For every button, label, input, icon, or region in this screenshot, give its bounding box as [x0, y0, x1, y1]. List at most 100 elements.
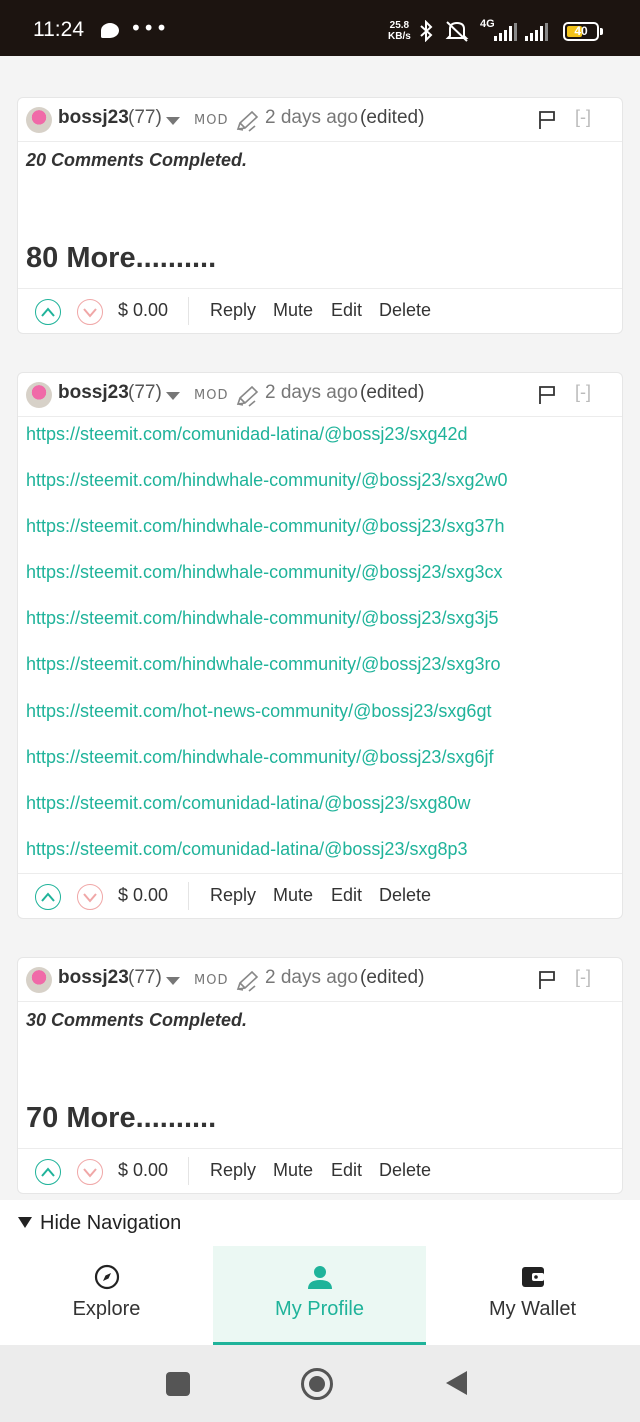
- more-notifications-icon: •••: [130, 16, 169, 40]
- chevron-down-icon[interactable]: [166, 977, 180, 985]
- avatar[interactable]: [26, 967, 52, 993]
- post-link[interactable]: https://steemit.com/comunidad-latina/@bo…: [26, 793, 470, 814]
- edit-button[interactable]: Edit: [331, 885, 362, 906]
- delete-button[interactable]: Delete: [379, 1160, 431, 1181]
- tab-explore[interactable]: Explore: [0, 1246, 213, 1345]
- comment-footer: $ 0.00 Reply Mute Edit Delete: [18, 288, 622, 333]
- tab-label: My Wallet: [488, 1298, 577, 1320]
- timestamp-link[interactable]: 2 days ago: [265, 107, 358, 129]
- mute-button[interactable]: Mute: [273, 1160, 313, 1181]
- tab-my-wallet[interactable]: My Wallet: [426, 1246, 639, 1345]
- payout-value[interactable]: $ 0.00: [118, 885, 168, 906]
- flag-icon[interactable]: [538, 385, 556, 405]
- role-badge: MOD: [194, 113, 229, 128]
- delete-button[interactable]: Delete: [379, 885, 431, 906]
- body-heading: 70 More..........: [26, 1102, 217, 1134]
- edited-label: (edited): [360, 382, 425, 403]
- comment-card: bossj23 (77) MOD 2 days ago (edited) [-]…: [17, 97, 623, 334]
- tab-my-profile[interactable]: My Profile: [213, 1246, 426, 1345]
- chevron-up-icon: [41, 307, 55, 317]
- recent-apps-button[interactable]: [165, 1367, 191, 1399]
- post-link[interactable]: https://steemit.com/hindwhale-community/…: [26, 516, 505, 537]
- payout-value[interactable]: $ 0.00: [118, 300, 168, 321]
- author-reputation: (77): [128, 107, 162, 128]
- mute-bell-icon: [445, 21, 469, 42]
- mute-button[interactable]: Mute: [273, 300, 313, 321]
- downvote-button[interactable]: [77, 1159, 103, 1185]
- upvote-button[interactable]: [35, 1159, 61, 1185]
- author-name[interactable]: bossj23: [58, 382, 129, 404]
- post-link[interactable]: https://steemit.com/hindwhale-community/…: [26, 654, 500, 675]
- comment-footer: $ 0.00 Reply Mute Edit Delete: [18, 1148, 622, 1193]
- chat-bubble-icon: [101, 23, 119, 38]
- chevron-down-icon[interactable]: [166, 392, 180, 400]
- tab-label: My Profile: [275, 1298, 364, 1320]
- collapse-toggle[interactable]: [-]: [575, 382, 591, 403]
- battery-icon: 40: [563, 22, 603, 41]
- chevron-down-icon[interactable]: [166, 117, 180, 125]
- hide-navigation-label: Hide Navigation: [40, 1212, 182, 1234]
- post-link[interactable]: https://steemit.com/comunidad-latina/@bo…: [26, 839, 468, 860]
- reply-button[interactable]: Reply: [210, 300, 256, 321]
- bluetooth-icon: [420, 20, 433, 42]
- chevron-down-icon: [83, 893, 97, 903]
- delete-button[interactable]: Delete: [379, 300, 431, 321]
- back-button[interactable]: [443, 1367, 469, 1399]
- upvote-button[interactable]: [35, 884, 61, 910]
- role-badge: MOD: [194, 973, 229, 988]
- upvote-button[interactable]: [35, 299, 61, 325]
- post-link[interactable]: https://steemit.com/hindwhale-community/…: [26, 747, 493, 768]
- divider: [188, 1157, 189, 1185]
- flag-icon[interactable]: [538, 970, 556, 990]
- avatar[interactable]: [26, 382, 52, 408]
- edit-button[interactable]: Edit: [331, 300, 362, 321]
- edit-button[interactable]: Edit: [331, 1160, 362, 1181]
- home-button[interactable]: [300, 1367, 334, 1401]
- downvote-button[interactable]: [77, 299, 103, 325]
- pencil-icon: [236, 970, 259, 992]
- comment-card: bossj23 (77) MOD 2 days ago (edited) [-]…: [17, 372, 623, 919]
- reply-button[interactable]: Reply: [210, 1160, 256, 1181]
- comment-footer: $ 0.00 Reply Mute Edit Delete: [18, 873, 622, 918]
- system-navigation-bar: [0, 1345, 640, 1422]
- author-name[interactable]: bossj23: [58, 107, 129, 129]
- pencil-icon: [236, 110, 259, 132]
- wallet-icon: [522, 1267, 544, 1287]
- flag-icon[interactable]: [538, 110, 556, 130]
- payout-value[interactable]: $ 0.00: [118, 1160, 168, 1181]
- edited-label: (edited): [360, 967, 425, 988]
- downvote-button[interactable]: [77, 884, 103, 910]
- author-name[interactable]: bossj23: [58, 967, 129, 989]
- comment-header: bossj23 (77) MOD 2 days ago (edited) [-]: [18, 958, 622, 1002]
- collapse-toggle[interactable]: [-]: [575, 107, 591, 128]
- timestamp-link[interactable]: 2 days ago: [265, 382, 358, 404]
- tab-label: Explore: [72, 1298, 141, 1320]
- post-link[interactable]: https://steemit.com/hot-news-community/@…: [26, 701, 491, 722]
- body-text: 20 Comments Completed.: [26, 150, 248, 170]
- hide-navigation-toggle[interactable]: Hide Navigation: [0, 1200, 640, 1246]
- comment-header: bossj23 (77) MOD 2 days ago (edited) [-]: [18, 98, 622, 142]
- signal-icon-2: [525, 23, 548, 41]
- chevron-down-icon: [83, 308, 97, 318]
- post-link[interactable]: https://steemit.com/hindwhale-community/…: [26, 562, 502, 583]
- post-link[interactable]: https://steemit.com/comunidad-latina/@bo…: [26, 424, 468, 445]
- comment-card: bossj23 (77) MOD 2 days ago (edited) [-]…: [17, 957, 623, 1194]
- chevron-down-icon: [83, 1168, 97, 1178]
- avatar[interactable]: [26, 107, 52, 133]
- role-badge: MOD: [194, 388, 229, 403]
- timestamp-link[interactable]: 2 days ago: [265, 967, 358, 989]
- body-text: 30 Comments Completed.: [26, 1010, 248, 1030]
- collapse-toggle[interactable]: [-]: [575, 967, 591, 988]
- compass-icon: [94, 1264, 120, 1290]
- user-icon: [308, 1266, 332, 1289]
- chevron-up-icon: [41, 1167, 55, 1177]
- clock: 11:24: [33, 18, 84, 41]
- reply-button[interactable]: Reply: [210, 885, 256, 906]
- speed-value: 25.8: [389, 20, 410, 31]
- post-link[interactable]: https://steemit.com/hindwhale-community/…: [26, 470, 507, 491]
- edited-label: (edited): [360, 107, 425, 128]
- status-bar: 11:24 ••• 25.8 KB/s 4G 40: [0, 0, 640, 56]
- mute-button[interactable]: Mute: [273, 885, 313, 906]
- battery-level: 40: [574, 24, 588, 38]
- post-link[interactable]: https://steemit.com/hindwhale-community/…: [26, 608, 498, 629]
